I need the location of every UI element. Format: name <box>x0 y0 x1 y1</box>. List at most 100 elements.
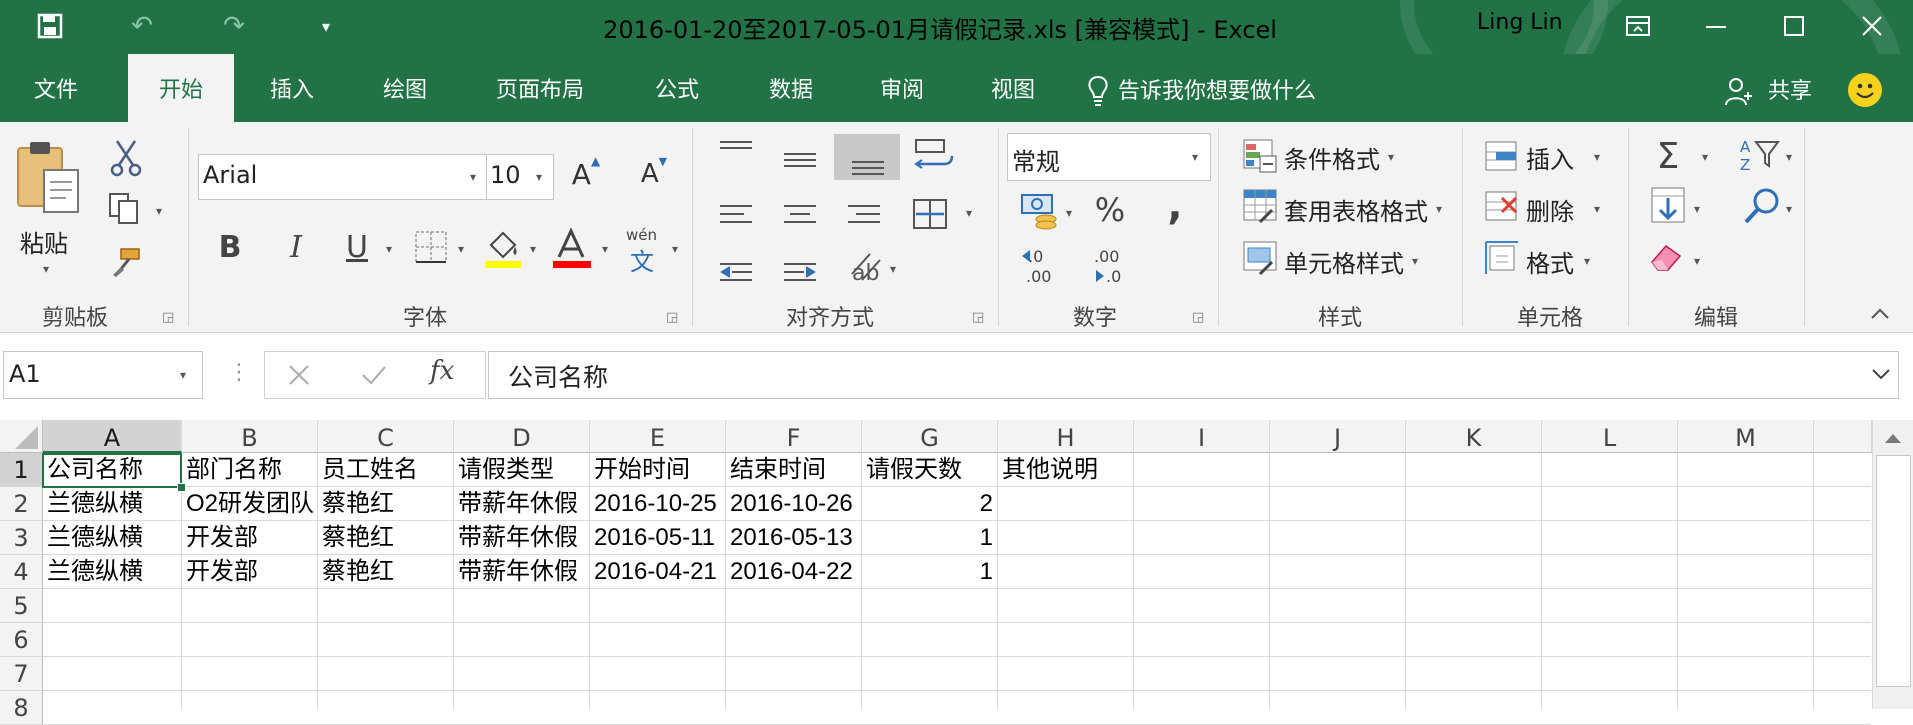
alignment-launcher-icon[interactable]: ◲ <box>972 310 984 325</box>
insert-cells-dropdown-icon[interactable]: ▾ <box>1594 150 1600 164</box>
bold-icon[interactable]: B <box>214 226 246 268</box>
table-cell[interactable]: 开发部 <box>182 521 317 555</box>
paste-dropdown-icon[interactable]: ▾ <box>43 262 49 276</box>
fill-icon[interactable] <box>1650 186 1690 228</box>
orientation-dropdown-icon[interactable]: ▾ <box>890 262 896 276</box>
feedback-smiley-icon[interactable] <box>1848 73 1882 107</box>
table-cell[interactable]: 兰德纵横 <box>43 521 181 555</box>
column-header-b[interactable]: B <box>182 420 318 453</box>
name-box-dropdown-icon[interactable]: ▾ <box>180 368 186 382</box>
font-size-dropdown-icon[interactable]: ▾ <box>536 170 542 184</box>
autosum-icon[interactable]: Σ <box>1648 134 1688 178</box>
maximize-icon[interactable] <box>1772 6 1816 46</box>
enter-check-icon[interactable] <box>360 362 388 388</box>
table-cell[interactable]: 2016-05-13 <box>726 521 861 555</box>
conditional-formatting-label[interactable]: 条件格式 <box>1284 140 1380 175</box>
row-header-5[interactable]: 5 <box>0 589 43 623</box>
column-header-a[interactable]: A <box>43 420 182 453</box>
formula-bar-resize-handle[interactable]: ⋮ <box>228 360 250 385</box>
decrease-font-size-icon[interactable]: A ▼ <box>636 152 672 196</box>
row-header-4[interactable]: 4 <box>0 555 43 589</box>
expand-formula-bar-icon[interactable] <box>1868 362 1894 386</box>
table-cell[interactable]: 2016-05-11 <box>590 521 725 555</box>
header-cell[interactable]: 开始时间 <box>590 453 725 487</box>
format-as-table-dropdown-icon[interactable]: ▾ <box>1436 202 1442 216</box>
row-header-6[interactable]: 6 <box>0 623 43 657</box>
column-header-e[interactable]: E <box>590 420 726 453</box>
minimize-icon[interactable] <box>1694 6 1738 46</box>
table-cell[interactable]: 蔡艳红 <box>318 521 453 555</box>
header-cell[interactable]: 部门名称 <box>182 453 317 487</box>
number-launcher-icon[interactable]: ◲ <box>1192 310 1204 325</box>
cancel-entry-icon[interactable] <box>286 362 312 388</box>
borders-icon[interactable] <box>412 228 450 266</box>
column-header-i[interactable]: I <box>1134 420 1270 453</box>
table-cell[interactable]: 2016-10-26 <box>726 487 861 521</box>
format-as-table-label[interactable]: 套用表格格式 <box>1284 192 1428 227</box>
paste-icon[interactable] <box>14 138 84 218</box>
table-cell[interactable]: 蔡艳红 <box>318 555 453 589</box>
format-cells-label[interactable]: 格式 <box>1526 244 1574 279</box>
format-cells-dropdown-icon[interactable]: ▾ <box>1584 254 1590 268</box>
tab-home[interactable]: 开始 <box>128 54 234 122</box>
formula-input[interactable] <box>488 351 1899 399</box>
fill-color-icon[interactable] <box>482 226 524 270</box>
accounting-dropdown-icon[interactable]: ▾ <box>1066 206 1072 220</box>
redo-icon[interactable]: ↷ <box>212 6 256 46</box>
row-header-3[interactable]: 3 <box>0 521 43 555</box>
merge-dropdown-icon[interactable]: ▾ <box>966 206 972 220</box>
format-painter-icon[interactable] <box>104 244 144 280</box>
table-cell[interactable]: 带薪年休假 <box>454 521 589 555</box>
decrease-decimal-icon[interactable]: .00.0 <box>1088 244 1132 288</box>
table-cell[interactable]: 兰德纵横 <box>43 487 181 521</box>
cell-styles-label[interactable]: 单元格样式 <box>1284 244 1404 279</box>
column-header-g[interactable]: G <box>862 420 998 453</box>
tab-page-layout[interactable]: 页面布局 <box>476 54 604 122</box>
ribbon-display-options-icon[interactable] <box>1616 6 1660 46</box>
save-icon[interactable] <box>28 6 72 46</box>
table-cell[interactable]: 带薪年休假 <box>454 487 589 521</box>
table-cell[interactable]: 1 <box>862 521 997 555</box>
table-cell[interactable]: 2016-04-21 <box>590 555 725 589</box>
table-cell[interactable]: 2 <box>862 487 997 521</box>
table-cell[interactable]: 蔡艳红 <box>318 487 453 521</box>
table-cell[interactable]: 带薪年休假 <box>454 555 589 589</box>
find-select-icon[interactable] <box>1740 186 1782 228</box>
clear-icon[interactable] <box>1648 238 1688 274</box>
tab-file[interactable]: 文件 <box>8 54 104 122</box>
user-name[interactable]: Ling Lin <box>1477 10 1563 35</box>
insert-cells-icon[interactable] <box>1484 138 1520 174</box>
row-header-2[interactable]: 2 <box>0 487 43 521</box>
clear-dropdown-icon[interactable]: ▾ <box>1694 254 1700 268</box>
table-cell[interactable]: 开发部 <box>182 555 317 589</box>
tell-me-search[interactable]: 告诉我你想要做什么 <box>1118 54 1316 122</box>
scroll-up-icon[interactable] <box>1878 426 1908 450</box>
row-header-8[interactable]: 8 <box>0 691 43 725</box>
phonetic-guide-icon[interactable]: 文 <box>630 242 654 277</box>
select-all-button[interactable] <box>0 420 43 453</box>
phonetic-dropdown-icon[interactable]: ▾ <box>672 242 678 256</box>
format-as-table-icon[interactable] <box>1242 188 1278 224</box>
conditional-formatting-dropdown-icon[interactable]: ▾ <box>1388 150 1394 164</box>
insert-cells-label[interactable]: 插入 <box>1526 140 1574 175</box>
column-header-m[interactable]: M <box>1678 420 1814 453</box>
header-cell[interactable]: 请假类型 <box>454 453 589 487</box>
tab-view[interactable]: 视图 <box>966 54 1060 122</box>
header-cell[interactable]: 其他说明 <box>998 453 1133 487</box>
column-header-j[interactable]: J <box>1270 420 1406 453</box>
clipboard-launcher-icon[interactable]: ◲ <box>162 310 174 325</box>
italic-icon[interactable]: I <box>282 226 310 268</box>
tab-review[interactable]: 审阅 <box>856 54 948 122</box>
column-header-h[interactable]: H <box>998 420 1134 453</box>
row-header-1[interactable]: 1 <box>0 453 43 487</box>
vertical-scrollbar-thumb[interactable] <box>1876 455 1911 687</box>
font-color-icon[interactable] <box>550 226 594 270</box>
delete-cells-icon[interactable] <box>1484 188 1520 224</box>
sort-filter-dropdown-icon[interactable]: ▾ <box>1786 150 1792 164</box>
copy-dropdown-icon[interactable]: ▾ <box>156 204 162 218</box>
font-color-dropdown-icon[interactable]: ▾ <box>602 242 608 256</box>
number-format-dropdown-icon[interactable]: ▾ <box>1192 150 1198 164</box>
table-cell[interactable]: 兰德纵横 <box>43 555 181 589</box>
percent-style-icon[interactable]: % <box>1090 188 1130 232</box>
cell-styles-dropdown-icon[interactable]: ▾ <box>1412 254 1418 268</box>
